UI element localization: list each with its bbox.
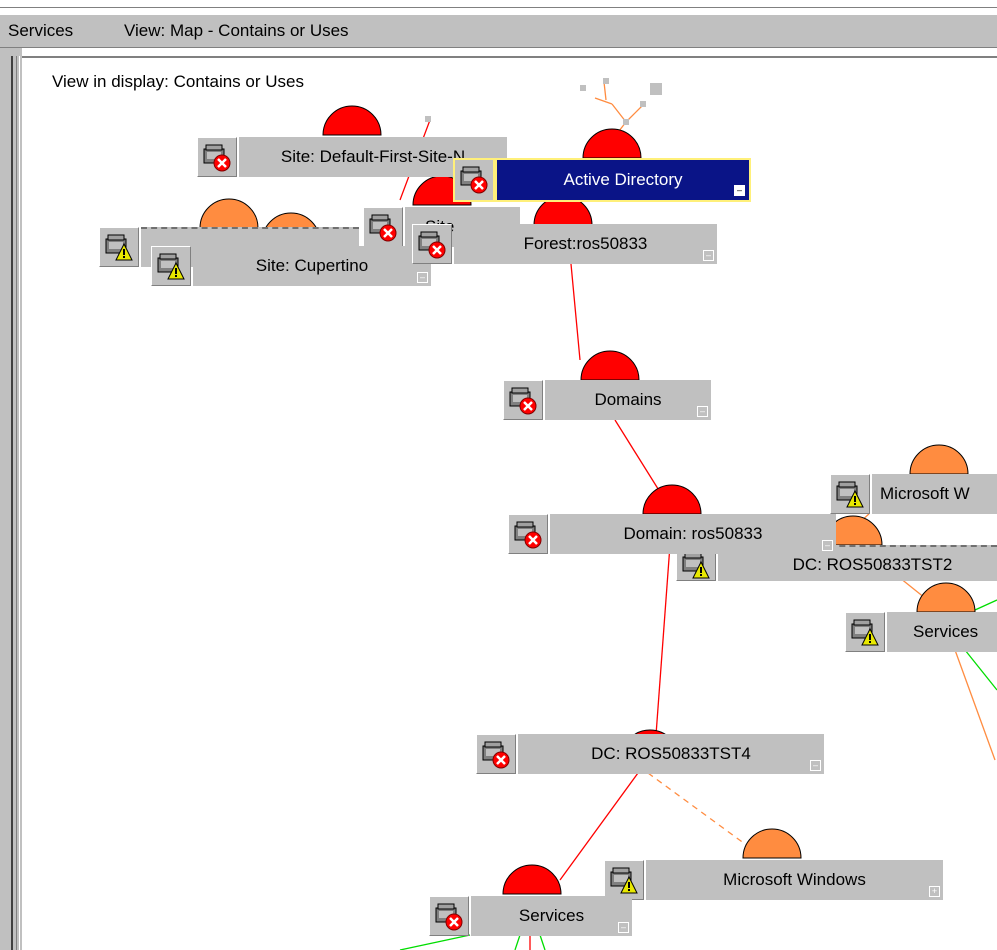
- collapse-button[interactable]: –: [618, 922, 629, 933]
- node-label: Microsoft W: [872, 474, 997, 514]
- link-line: [570, 263, 581, 361]
- view-in-display-label: View in display: Contains or Uses: [52, 72, 304, 91]
- collapse-button[interactable]: –: [417, 272, 428, 283]
- critical-status-icon: [503, 380, 543, 420]
- node-label: Services: [887, 612, 997, 652]
- node-label: Domains: [545, 380, 711, 420]
- node-site-cupertino[interactable]: Site: Cupertino –: [151, 246, 431, 286]
- critical-dome: [580, 350, 640, 381]
- link-line: [974, 599, 997, 611]
- warning-status-icon: [99, 227, 139, 267]
- expand-button[interactable]: +: [929, 886, 940, 897]
- critical-dome: [582, 128, 642, 159]
- node-microsoft-windows[interactable]: Microsoft Windows +: [604, 860, 943, 900]
- warning-status-icon: [830, 474, 870, 514]
- link-line: [514, 934, 521, 950]
- critical-dome: [642, 484, 702, 515]
- critical-status-icon: [453, 158, 495, 202]
- collapse-button[interactable]: –: [810, 760, 821, 771]
- link-line: [655, 544, 671, 736]
- warning-status-icon: [845, 612, 885, 652]
- collapse-button[interactable]: –: [697, 406, 708, 417]
- node-services-bottom[interactable]: Services –: [429, 896, 632, 936]
- link-line: [539, 934, 546, 950]
- link-line: [614, 419, 666, 501]
- node-forest[interactable]: Forest:ros50833 –: [412, 224, 717, 264]
- critical-status-icon: [412, 224, 452, 264]
- node-label: Forest:ros50833: [454, 224, 717, 264]
- link-line: [954, 649, 996, 761]
- node-label: Domain: ros50833: [550, 514, 836, 554]
- warning-status-icon: [604, 860, 644, 900]
- node-label: Services: [471, 896, 632, 936]
- link-line: [964, 649, 997, 691]
- collapse-button[interactable]: –: [734, 185, 745, 196]
- node-domains[interactable]: Domains –: [503, 380, 711, 420]
- node-label: Active Directory: [495, 158, 751, 202]
- node-label: Site: Cupertino: [193, 246, 431, 286]
- collapse-button[interactable]: –: [703, 250, 714, 261]
- node-services-right[interactable]: Services: [845, 612, 997, 652]
- node-active-directory[interactable]: Active Directory –: [453, 158, 751, 202]
- warning-dome: [916, 582, 976, 613]
- warning-dome: [909, 444, 969, 475]
- link-line: [647, 772, 761, 856]
- node-microsoft-windows-right[interactable]: Microsoft W: [830, 474, 997, 514]
- tree-markers: [425, 78, 662, 125]
- critical-status-icon: [363, 207, 403, 247]
- node-dc-tst4[interactable]: DC: ROS50833TST4 –: [476, 734, 824, 774]
- warning-status-icon: [151, 246, 191, 286]
- critical-status-icon: [508, 514, 548, 554]
- warning-dome: [742, 828, 802, 859]
- warning-dome: [199, 198, 259, 229]
- node-label: Microsoft Windows: [646, 860, 943, 900]
- collapse-button[interactable]: –: [822, 540, 833, 551]
- critical-dome: [322, 105, 382, 136]
- critical-status-icon: [197, 137, 237, 177]
- critical-dome: [502, 864, 562, 895]
- critical-status-icon: [476, 734, 516, 774]
- link-line: [399, 934, 471, 950]
- node-domain[interactable]: Domain: ros50833 –: [508, 514, 836, 554]
- critical-status-icon: [429, 896, 469, 936]
- node-label: DC: ROS50833TST4: [518, 734, 824, 774]
